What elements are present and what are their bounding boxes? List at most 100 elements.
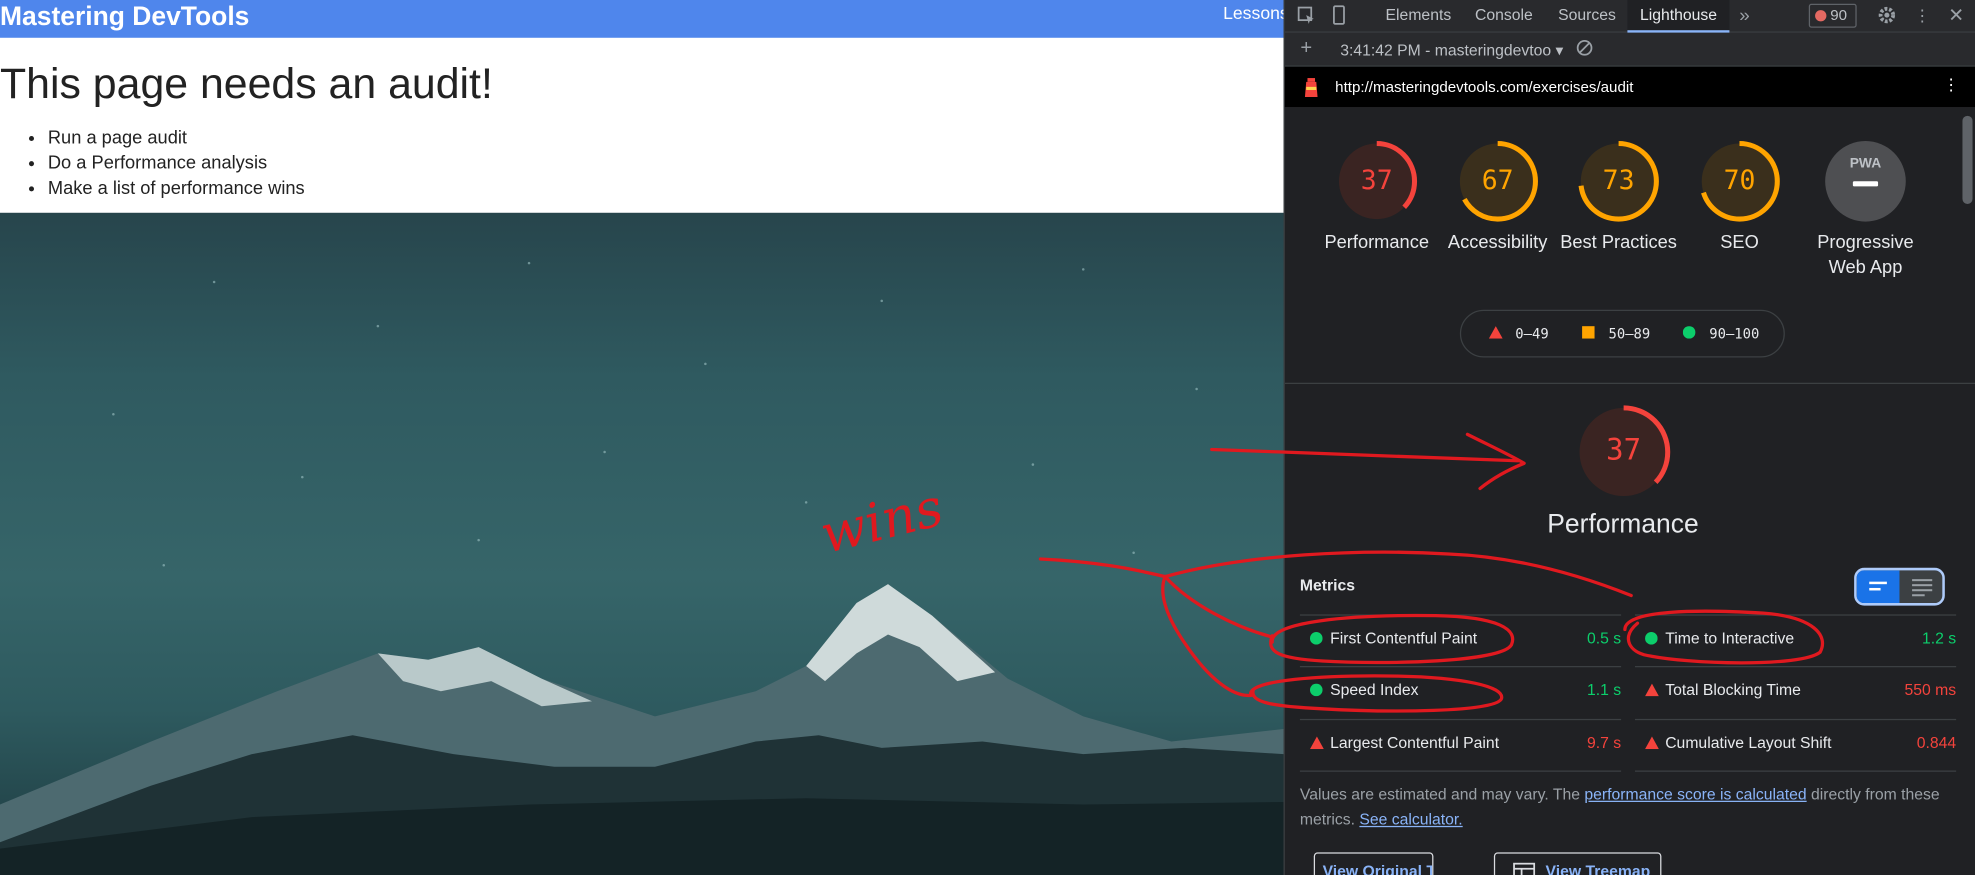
metric-value: 550 ms — [1904, 681, 1957, 699]
clear-icon[interactable] — [1573, 39, 1596, 62]
metric-divider — [1299, 614, 1622, 616]
report-url[interactable]: http://masteringdevtools.com/exercises/a… — [1335, 78, 1633, 96]
metrics-view-toggle[interactable] — [1854, 567, 1945, 606]
view-treemap-button[interactable]: View Treemap — [1493, 852, 1662, 875]
metrics-title: Metrics — [1299, 576, 1356, 595]
metric-name: Total Blocking Time — [1665, 681, 1801, 699]
error-icon — [1815, 10, 1827, 22]
devtools-panel: Elements Console Sources Lighthouse » 90… — [1283, 0, 1975, 875]
devtools-tabbar: Elements Console Sources Lighthouse » 90… — [1284, 0, 1975, 33]
fail-triangle-icon — [1645, 682, 1659, 700]
performance-title: Performance — [1547, 509, 1699, 539]
device-toolbar-icon[interactable] — [1328, 5, 1351, 28]
gauge-best-practices[interactable]: 73 Best Practices — [1558, 140, 1679, 256]
fail-triangle-icon — [1488, 326, 1503, 342]
caret-down-icon: ▾ — [1555, 41, 1564, 60]
gauge-label: Best Practices — [1560, 232, 1677, 254]
performance-section: 37 Performance Metrics First Contentful … — [1285, 384, 1975, 875]
more-options-icon[interactable]: ⋮ — [1911, 5, 1934, 28]
metric-name: Cumulative Layout Shift — [1665, 733, 1832, 752]
tab-elements[interactable]: Elements — [1373, 0, 1464, 33]
compact-view-button[interactable] — [1856, 570, 1900, 604]
note-text: Values are estimated and may vary. The — [1299, 785, 1585, 804]
list-item: Run a page audit — [48, 126, 305, 151]
metric-first-contentful-paint: First Contentful Paint 0.5 s — [1300, 614, 1621, 664]
site-header: Mastering DevTools Lessons — [0, 0, 1284, 38]
close-icon[interactable]: ✕ — [1945, 5, 1968, 28]
todo-list: Run a page audit Do a Performance analys… — [48, 126, 305, 202]
nav-lessons-link[interactable]: Lessons — [1223, 3, 1283, 23]
report-select-label: 3:41:42 PM - masteringdevtoo — [1340, 41, 1552, 60]
score-calculated-link[interactable]: performance score is calculated — [1584, 786, 1806, 804]
view-original-trace-button[interactable]: View Original Trace — [1313, 852, 1434, 875]
metric-value: 1.2 s — [1922, 629, 1957, 648]
legend-fail: 0–49 — [1515, 326, 1549, 343]
gauge-accessibility[interactable]: 67 Accessibility — [1437, 140, 1558, 256]
chevron-double-right-icon[interactable]: » — [1733, 5, 1756, 28]
error-count: 90 — [1830, 6, 1848, 24]
report-select[interactable]: 3:41:42 PM - masteringdevtoo ▾ — [1340, 40, 1564, 60]
scrollbar-thumb[interactable] — [1962, 115, 1973, 204]
gauge-score: 73 — [1602, 164, 1635, 196]
metric-name: Largest Contentful Paint — [1330, 733, 1500, 752]
add-icon[interactable]: + — [1295, 38, 1318, 61]
gauge-label: Progressive Web App — [1817, 232, 1914, 279]
gear-icon[interactable] — [1876, 5, 1899, 28]
pwa-dash-icon — [1852, 181, 1879, 187]
metric-value: 0.844 — [1916, 733, 1957, 752]
gauge-score: 37 — [1360, 164, 1393, 196]
pass-circle-icon — [1682, 326, 1696, 342]
pass-circle-icon — [1645, 631, 1658, 649]
metric-name: First Contentful Paint — [1330, 629, 1478, 648]
metric-divider — [1634, 718, 1957, 721]
tab-lighthouse[interactable]: Lighthouse — [1627, 0, 1730, 33]
list-item: Do a Performance analysis — [48, 151, 305, 176]
metric-name: Time to Interactive — [1665, 629, 1795, 648]
gauge-ring: PWA — [1825, 141, 1906, 222]
metric-name: Speed Index — [1330, 681, 1419, 699]
see-calculator-link[interactable]: See calculator. — [1359, 811, 1462, 829]
gauge-performance[interactable]: 37 Performance — [1316, 140, 1437, 256]
pass-circle-icon — [1309, 631, 1323, 649]
error-count-badge[interactable]: 90 — [1808, 3, 1857, 28]
site-title[interactable]: Mastering DevTools — [0, 3, 249, 33]
list-item: Make a list of performance wins — [48, 176, 305, 201]
score-legend: 0–49 50–89 90–100 — [1459, 309, 1785, 358]
gauge-score: 67 — [1481, 164, 1514, 196]
metric-cumulative-layout-shift: Cumulative Layout Shift 0.844 — [1635, 719, 1956, 769]
gauge-score: 70 — [1723, 164, 1756, 196]
gauge-progressive-web-app[interactable]: PWA Progressive Web App — [1805, 140, 1926, 281]
pass-circle-icon — [1309, 682, 1323, 700]
category-gauges: 37 Performance 67 Accessibility 73 Best Pract… — [1284, 107, 1975, 384]
gauge-seo[interactable]: 70 SEO — [1679, 140, 1800, 256]
pwa-badge-text: PWA — [1850, 154, 1882, 170]
legend-average: 50–89 — [1608, 326, 1651, 343]
screen: Mastering DevTools Lessons This page nee… — [0, 0, 1975, 875]
fail-triangle-icon — [1645, 735, 1659, 753]
tab-console[interactable]: Console — [1462, 0, 1545, 33]
average-square-icon — [1582, 326, 1595, 342]
metric-value: 9.7 s — [1586, 733, 1622, 752]
metric-time-to-interactive: Time to Interactive 1.2 s — [1635, 614, 1956, 664]
tab-sources[interactable]: Sources — [1546, 0, 1629, 33]
expanded-view-button[interactable] — [1901, 570, 1943, 603]
fail-triangle-icon — [1309, 735, 1324, 753]
treemap-icon — [1513, 862, 1536, 875]
metric-speed-index: Speed Index 1.1 s — [1300, 666, 1621, 716]
report-menu-icon[interactable]: ⋮ — [1940, 74, 1963, 97]
lighthouse-logo-icon — [1304, 78, 1318, 97]
legend-pass: 90–100 — [1709, 326, 1760, 343]
metric-divider — [1634, 666, 1957, 668]
gauge-label: Performance — [1324, 232, 1430, 254]
gauge-label: Accessibility — [1447, 232, 1548, 254]
metric-divider — [1634, 614, 1957, 616]
metric-value: 1.1 s — [1586, 681, 1622, 699]
report-url-bar: http://masteringdevtools.com/exercises/a… — [1284, 66, 1975, 108]
gauge-label: SEO — [1720, 232, 1759, 254]
page-heading: This page needs an audit! — [0, 60, 493, 109]
view-treemap-label: View Treemap — [1545, 862, 1651, 875]
metric-divider — [1299, 770, 1622, 772]
metric-largest-contentful-paint: Largest Contentful Paint 9.7 s — [1300, 719, 1621, 769]
inspect-element-icon[interactable] — [1295, 5, 1318, 28]
hero-mountain-image — [0, 212, 1284, 875]
